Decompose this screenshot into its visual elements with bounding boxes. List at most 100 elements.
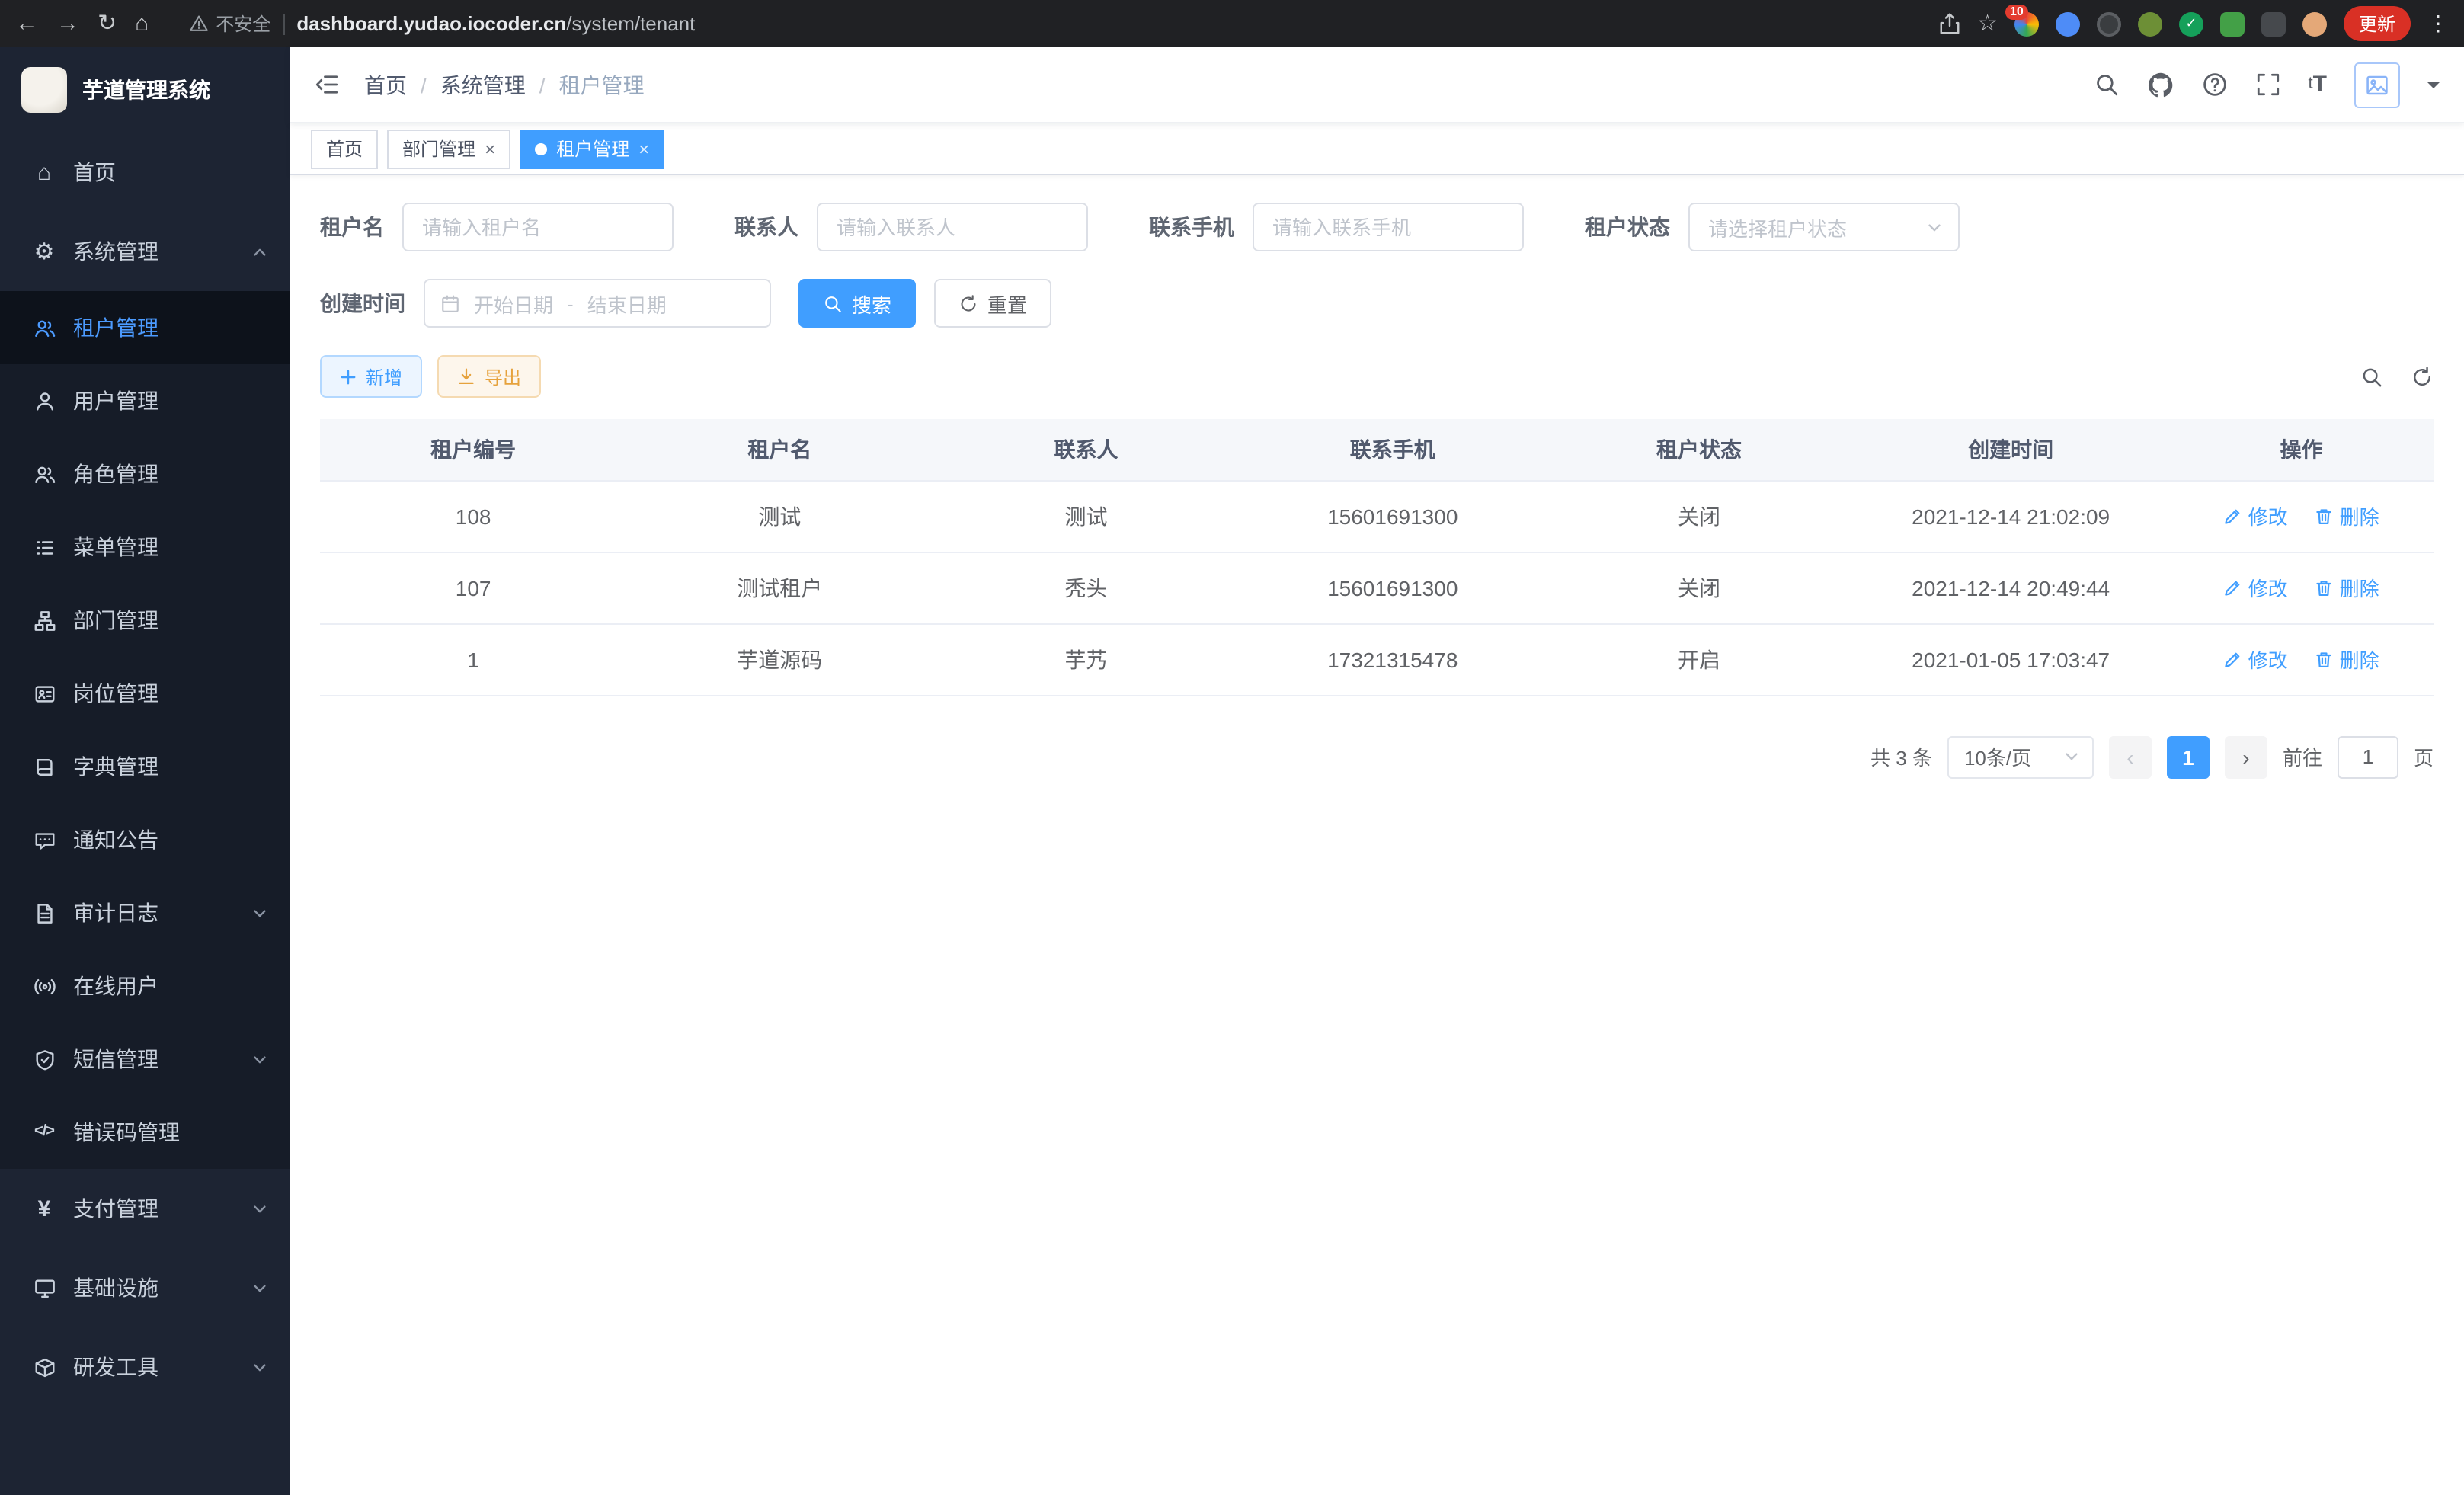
sidebar-item-notice[interactable]: 通知公告: [0, 803, 290, 876]
edit-icon: [2224, 507, 2242, 525]
sidebar-item-home[interactable]: ⌂ 首页: [0, 133, 290, 212]
delete-link[interactable]: 删除: [2315, 501, 2379, 530]
date-range-picker[interactable]: 开始日期 - 结束日期: [424, 279, 771, 328]
browser-reload-icon[interactable]: ↻: [98, 12, 117, 35]
puzzle-extension-icon[interactable]: [2261, 11, 2286, 36]
tab-dept[interactable]: 部门管理 ×: [387, 129, 510, 168]
address-bar[interactable]: 不安全 dashboard.yudao.iocoder.cn/system/te…: [167, 11, 1919, 37]
sidebar-item-tenant[interactable]: 租户管理: [0, 291, 290, 364]
sidebar-item-payment[interactable]: ¥ 支付管理: [0, 1169, 290, 1248]
tenant-icon: [30, 316, 58, 339]
edit-link[interactable]: 修改: [2224, 645, 2288, 674]
sidebar-item-label: 字典管理: [73, 751, 158, 782]
font-size-icon[interactable]: tT: [2309, 73, 2327, 96]
sidebar-item-dept[interactable]: 部门管理: [0, 584, 290, 657]
refresh-table-icon[interactable]: [2411, 365, 2434, 388]
sidebar-item-devtools[interactable]: 研发工具: [0, 1327, 290, 1407]
add-button[interactable]: 新增: [320, 355, 422, 398]
toolbar-right-actions: [2360, 365, 2434, 388]
extension-icon[interactable]: [2097, 11, 2121, 36]
status-cell: 关闭: [1546, 480, 1852, 552]
user-menu-caret-icon[interactable]: [2427, 82, 2440, 94]
tab-label: 部门管理: [402, 136, 475, 162]
url-domain: dashboard.yudao.iocoder.cn: [296, 12, 566, 35]
extension-icon[interactable]: ✓: [2179, 11, 2203, 36]
avatar[interactable]: [2354, 62, 2400, 107]
hide-search-icon[interactable]: [2360, 365, 2383, 388]
trash-icon: [2315, 507, 2334, 525]
sidebar-item-role[interactable]: 角色管理: [0, 437, 290, 511]
column-header: 租户状态: [1546, 419, 1852, 480]
search-icon[interactable]: [2094, 72, 2120, 98]
github-icon[interactable]: [2147, 71, 2174, 98]
browser-menu-icon[interactable]: ⋮: [2427, 11, 2449, 37]
security-indicator[interactable]: 不安全: [188, 11, 270, 37]
sidebar-item-post[interactable]: 岗位管理: [0, 657, 290, 730]
page-number-button[interactable]: 1: [2167, 735, 2210, 778]
sidebar-item-menu[interactable]: 菜单管理: [0, 511, 290, 584]
sidebar-item-user[interactable]: 用户管理: [0, 364, 290, 437]
browser-back-icon[interactable]: ←: [15, 12, 38, 35]
sidebar-item-system[interactable]: ⚙ 系统管理: [0, 212, 290, 291]
profile-avatar-icon[interactable]: [2302, 11, 2327, 36]
add-button-label: 新增: [366, 363, 402, 389]
browser-home-icon[interactable]: ⌂: [135, 12, 149, 35]
page-size-select[interactable]: 10条/页: [1947, 735, 2094, 778]
page-content: 租户名 联系人 联系手机 租户状态 请选择租户状态: [290, 175, 2464, 1495]
delete-link[interactable]: 删除: [2315, 645, 2379, 674]
tab-tenant[interactable]: 租户管理 ×: [520, 129, 664, 168]
status-select[interactable]: 请选择租户状态: [1688, 203, 1960, 251]
check-icon: ✓: [2179, 11, 2203, 36]
reset-button[interactable]: 重置: [934, 279, 1051, 328]
chevron-down-icon: [251, 1200, 268, 1217]
bookmark-star-icon[interactable]: ☆: [1977, 12, 1998, 35]
sidebar-item-auditlog[interactable]: 审计日志: [0, 876, 290, 949]
export-button[interactable]: 导出: [437, 355, 541, 398]
breadcrumb-item[interactable]: 首页: [364, 69, 407, 100]
goto-page-input[interactable]: [2338, 735, 2398, 778]
created-cell: 2021-01-05 17:03:47: [1852, 623, 2169, 695]
url-path: /system/tenant: [566, 12, 695, 35]
extension-icon[interactable]: [2220, 11, 2245, 36]
browser-chrome: ← → ↻ ⌂ 不安全 dashboard.yudao.iocoder.cn/s…: [0, 0, 2464, 47]
pagination: 共 3 条 10条/页 ‹ 1 › 前往 页: [320, 735, 2434, 778]
sidebar-item-errorcode[interactable]: </> 错误码管理: [0, 1096, 290, 1169]
edit-link[interactable]: 修改: [2224, 501, 2288, 530]
sidebar-item-dict[interactable]: 字典管理: [0, 730, 290, 803]
contact-input[interactable]: [817, 203, 1088, 251]
sidebar-item-online-users[interactable]: 在线用户: [0, 949, 290, 1023]
extension-icon[interactable]: 10: [2014, 11, 2039, 36]
trash-icon: [2315, 578, 2334, 597]
browser-forward-icon[interactable]: →: [56, 12, 79, 35]
tab-home[interactable]: 首页: [311, 129, 378, 168]
search-button[interactable]: 搜索: [798, 279, 916, 328]
breadcrumb-item[interactable]: 系统管理: [440, 69, 526, 100]
status-cell: 开启: [1546, 623, 1852, 695]
prev-page-button[interactable]: ‹: [2109, 735, 2152, 778]
monitor-icon: [30, 1276, 58, 1299]
extension-icon[interactable]: [2056, 11, 2080, 36]
fullscreen-icon[interactable]: [2255, 72, 2281, 98]
edit-link[interactable]: 修改: [2224, 573, 2288, 602]
help-icon[interactable]: [2202, 72, 2228, 98]
tab-close-icon[interactable]: ×: [485, 139, 495, 158]
delete-link[interactable]: 删除: [2315, 573, 2379, 602]
online-icon: [30, 975, 58, 997]
tenant-name-input[interactable]: [402, 203, 674, 251]
sidebar-item-sms[interactable]: 短信管理: [0, 1023, 290, 1096]
broken-image-icon: [2365, 72, 2389, 97]
address-divider: [283, 13, 284, 34]
edit-icon: [2224, 578, 2242, 597]
next-page-button[interactable]: ›: [2225, 735, 2267, 778]
phone-input[interactable]: [1253, 203, 1524, 251]
sidebar-item-label: 短信管理: [73, 1044, 158, 1074]
share-icon[interactable]: [1938, 12, 1960, 35]
sidebar-item-infrastructure[interactable]: 基础设施: [0, 1248, 290, 1327]
home-icon: ⌂: [30, 161, 58, 184]
tags-view: 首页 部门管理 × 租户管理 ×: [290, 123, 2464, 175]
tab-close-icon[interactable]: ×: [638, 139, 649, 158]
extension-icon[interactable]: [2138, 11, 2162, 36]
tenant-id-cell: 1: [320, 623, 626, 695]
browser-update-button[interactable]: 更新: [2344, 6, 2411, 41]
sidebar-collapse-icon[interactable]: [314, 72, 340, 98]
